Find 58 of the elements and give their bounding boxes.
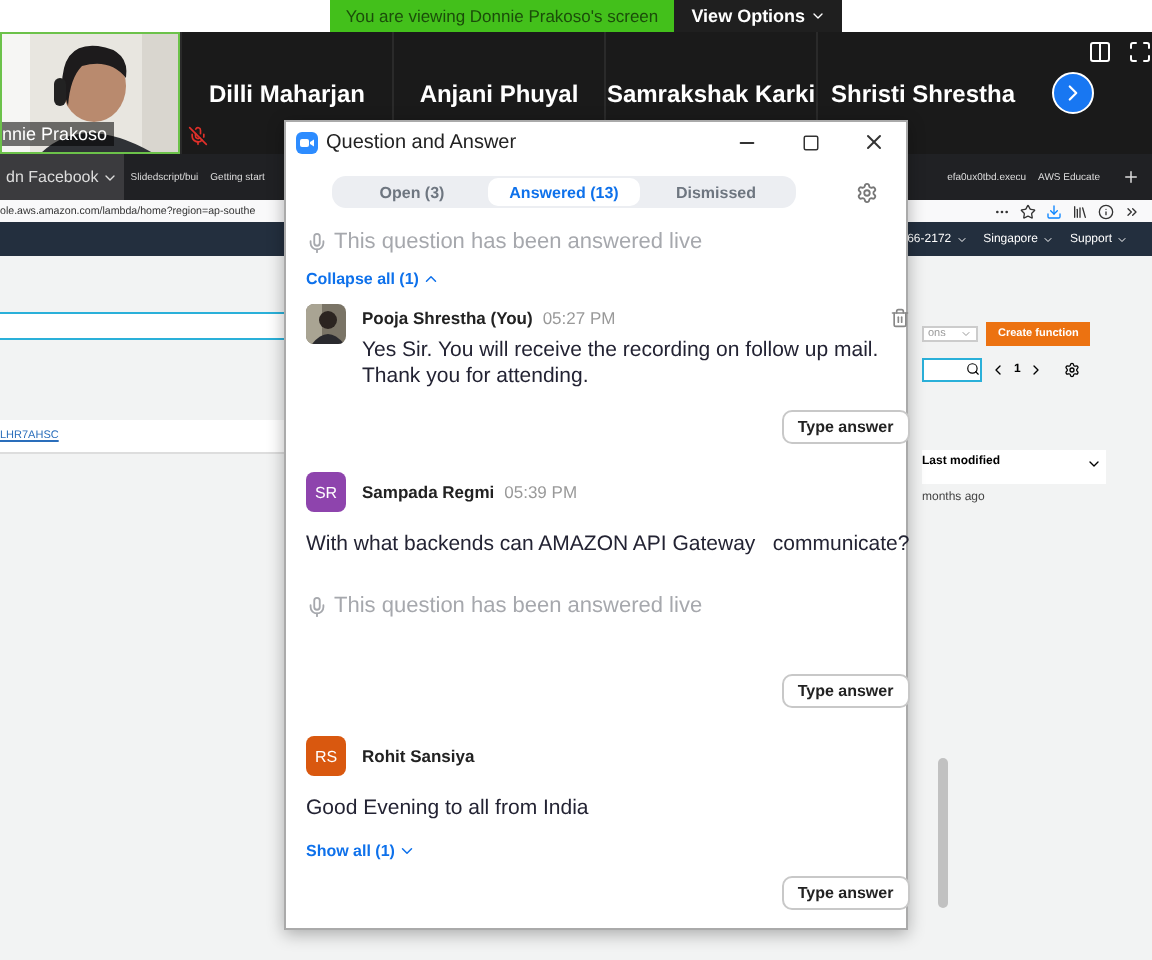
timestamp: 05:27 PM [542,307,616,327]
caret-icon [1116,233,1128,245]
settings-icon[interactable] [1064,361,1081,377]
search-field[interactable] [922,357,982,381]
answered-live-note: This question has been answered live [334,594,703,618]
close-icon [862,130,886,154]
caret-icon [809,8,826,24]
info-icon[interactable] [1098,203,1114,219]
caret-icon [955,233,968,245]
microphone-icon [306,231,328,253]
question-text: With what backends can AMAZON API Gateway communicate? [306,532,910,556]
participant-name: Samrakshak Karki [606,79,816,107]
library-icon[interactable] [1072,203,1088,219]
filter-tab[interactable]: Dismissed [640,178,792,206]
sort-icon[interactable] [1086,456,1102,472]
layout-icon[interactable] [1088,40,1112,64]
participant-name: Dilli Maharjan [208,79,366,107]
overflow-icon[interactable] [1124,203,1140,219]
participant-name: Shristi Shrestha [830,79,1016,107]
search-icon [966,362,980,376]
caret-icon [1041,233,1054,245]
filter-tab[interactable]: Open (3) [336,178,488,206]
video-camera-icon [296,131,318,153]
view-options-button[interactable]: View Options [674,0,843,32]
previous-icon[interactable] [990,361,1006,377]
maximize-icon [801,133,819,151]
next-page-button[interactable] [1052,72,1094,114]
window-title: Question and Answer [326,131,517,153]
chevron-up-icon [422,270,441,288]
initials-avatar: SR [306,472,346,512]
answer-text: Yes Sir. You will receive the recording on follow up mail. Thank you for attending. [362,338,881,390]
new-tab-icon[interactable] [1122,168,1140,186]
question-text: Good Evening to all from India [306,796,591,820]
fullscreen-icon[interactable] [1128,40,1152,64]
author-name: Sampada Regmi [362,482,495,502]
delete-icon[interactable] [889,307,910,327]
filter-tab[interactable]: Answered (13) [488,178,640,206]
download-icon[interactable] [1046,203,1062,219]
answered-live-note: This question has been answered live [334,230,703,254]
participant-name: Anjani Phuyal [419,79,579,107]
type-answer-button[interactable]: Type answer [781,674,910,708]
timestamp: 05:39 PM [504,482,578,502]
chevron-down-icon [398,842,417,860]
author-name: Pooja Shrestha (You) [362,307,533,327]
author-name: Rohit Sansiya [362,746,475,766]
type-answer-button[interactable]: Type answer [781,410,910,444]
star-icon[interactable] [1020,203,1036,219]
initials-avatar: RS [306,736,346,776]
microphone-icon [306,595,328,617]
expand-toggle-link[interactable]: Show all (1) [306,842,417,860]
scrollbar-thumb[interactable] [937,758,948,908]
caret-icon [960,327,972,339]
search-field[interactable] [0,312,284,340]
expand-toggle-link[interactable]: Collapse all (1) [306,270,441,288]
participant-name: nnie Prakoso [2,122,114,146]
screen-share-banner: You are viewing Donnie Prakoso's screen [329,0,675,32]
type-answer-button[interactable]: Type answer [781,876,910,910]
browser-tab[interactable]: dn Facebook [0,154,125,200]
